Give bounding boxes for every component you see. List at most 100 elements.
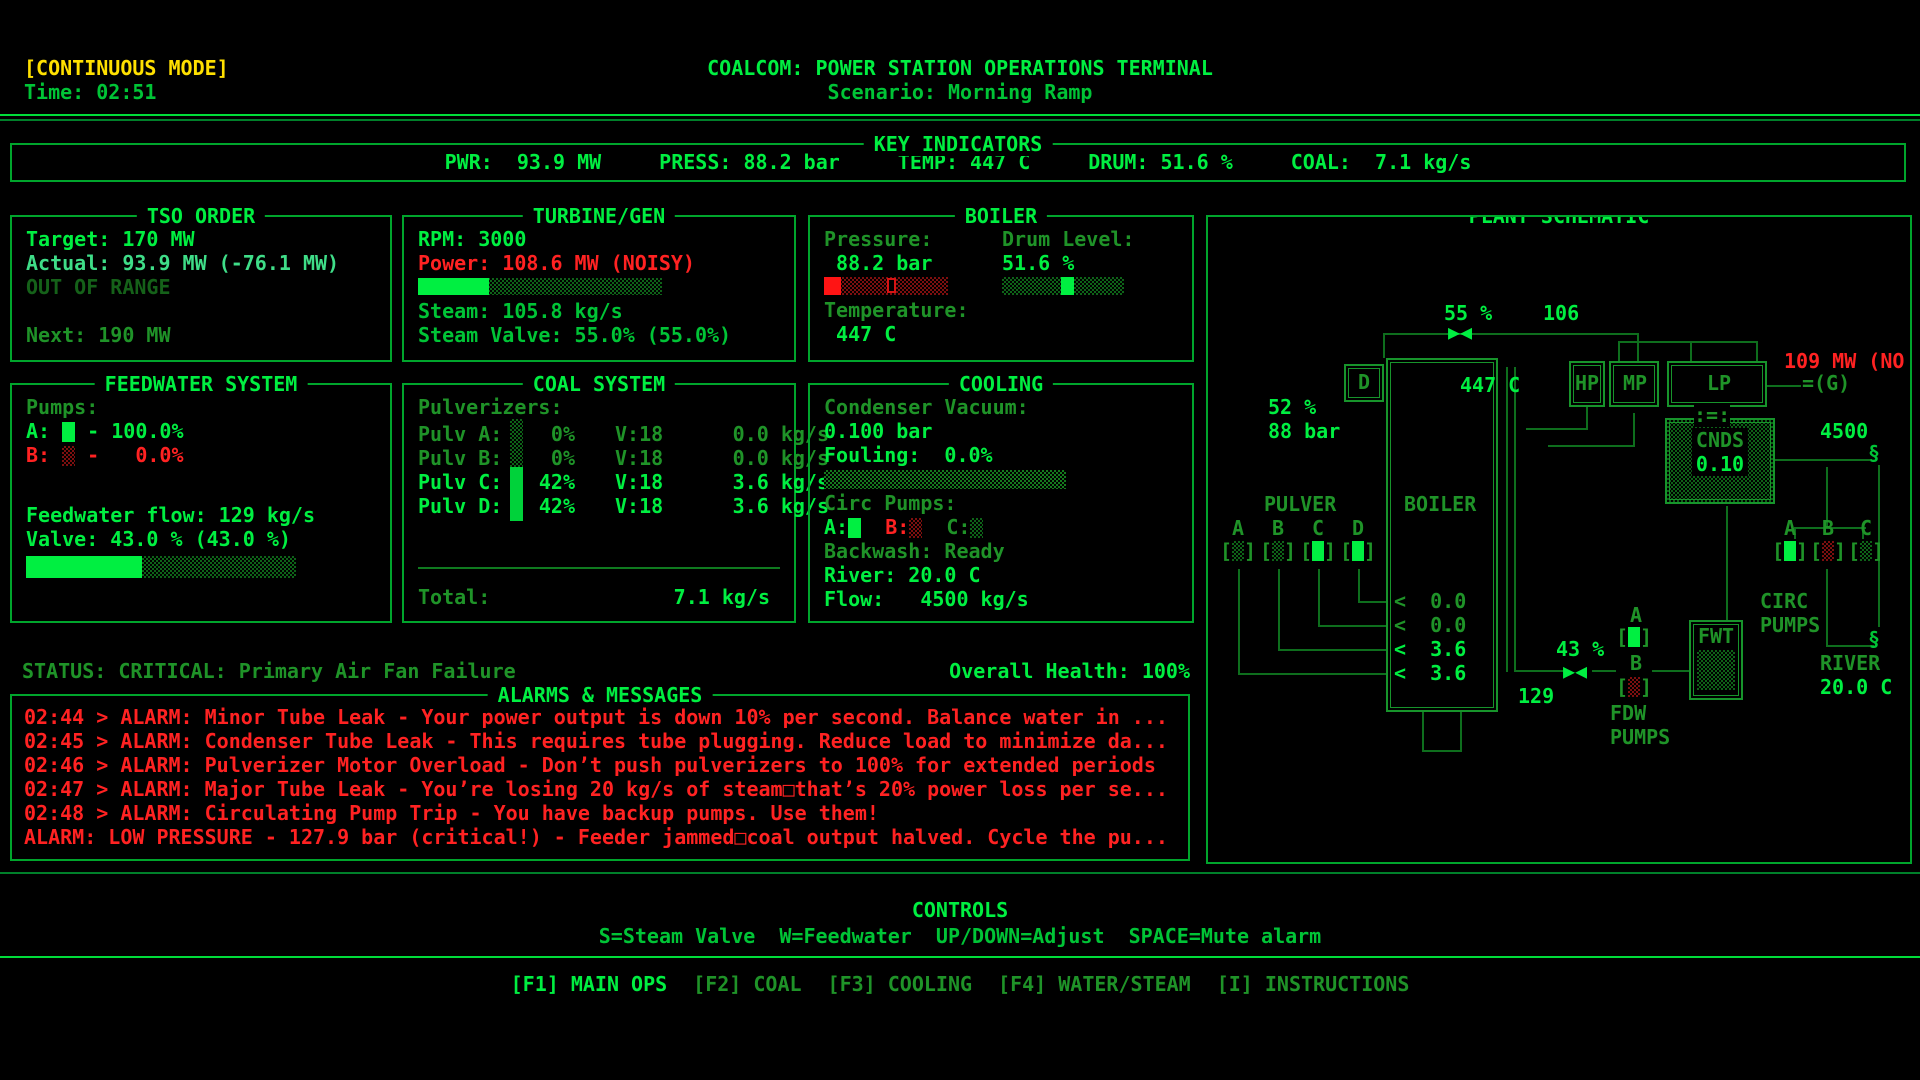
turbine-panel: TURBINE/GEN RPM: 3000 Power: 108.6 MW (N… <box>402 215 796 362</box>
pulv-d-name: Pulv D: <box>418 494 510 518</box>
turbine-power: Power: 108.6 MW (NOISY) <box>418 251 780 275</box>
feedwater-valve-bar <box>26 556 296 578</box>
pipe <box>1383 333 1385 358</box>
pipe <box>1618 341 1758 343</box>
pulver-unit-b: B <box>1272 516 1284 540</box>
tso-target: Target: 170 MW <box>26 227 376 251</box>
turbine-power-bar <box>418 278 662 295</box>
boiler-pressure-bar-fill <box>824 277 841 295</box>
coal-row-a: Pulv A:0%V:180.0 kg/s <box>418 419 780 443</box>
circ-pumps-label-2: PUMPS <box>1760 613 1820 637</box>
hp-turbine-box: HP <box>1569 361 1605 407</box>
mode-badge: [CONTINUOUS MODE] <box>24 56 229 80</box>
pump-a-indicator <box>62 422 75 442</box>
boiler-funnel <box>1422 750 1462 752</box>
boiler-temp-label: Temperature: <box>824 298 1178 322</box>
turbine-power-bar-fill <box>418 278 489 295</box>
tso-order-panel: TSO ORDER Target: 170 MW Actual: 93.9 MW… <box>10 215 392 362</box>
condenser-label: CNDS <box>1692 428 1748 452</box>
pipe <box>1756 341 1758 361</box>
header-divider-2 <box>0 119 1920 121</box>
circ-a-indicator <box>1772 539 1808 563</box>
circ-c-name: C: <box>946 515 970 539</box>
turbine-title: TURBINE/GEN <box>523 204 675 228</box>
boiler-label: BOILER <box>1404 492 1476 516</box>
header-divider <box>0 114 1920 116</box>
controls-divider <box>0 872 1920 874</box>
pipe <box>1637 333 1639 361</box>
boiler-pressure-bar <box>824 277 948 295</box>
river-label: RIVER <box>1820 651 1880 675</box>
coal-header: Pulverizers: <box>418 395 780 419</box>
cooling-title: COOLING <box>949 372 1053 396</box>
pulv-d-feeder: V:18 <box>615 494 679 518</box>
tab-instructions[interactable]: [I] INSTRUCTIONS <box>1217 972 1410 996</box>
cooling-flow-label: 4500 <box>1820 419 1868 443</box>
drum-pressure-label: 88 bar <box>1268 419 1340 443</box>
pulver-unit-c: C <box>1312 516 1324 540</box>
condensate-pipe <box>1726 506 1728 620</box>
alarm-message: 02:46 > ALARM: Pulverizer Motor Overload… <box>24 753 1176 777</box>
tab-main-ops[interactable]: [F1] MAIN OPS <box>511 972 668 996</box>
alarm-message: ALARM: LOW PRESSURE - 127.9 bar (critica… <box>24 825 1176 849</box>
tab-coal[interactable]: [F2] COAL <box>693 972 801 996</box>
boiler-pressure-label: Pressure: <box>824 227 1002 251</box>
cooling-vacuum-value: 0.100 bar <box>824 419 1178 443</box>
coal-row-b: Pulv B:0%V:180.0 kg/s <box>418 443 780 467</box>
feedwater-valve: Valve: 43.0 % (43.0 %) <box>26 527 376 551</box>
alarms-title: ALARMS & MESSAGES <box>488 683 713 707</box>
boiler-drum-label: Drum Level: <box>1002 227 1134 251</box>
river-wave-icon-2 <box>1868 627 1880 651</box>
circ-a-block <box>1784 541 1796 561</box>
fdw-a-indicator <box>1616 625 1652 649</box>
circ-unit-b: B <box>1822 516 1834 540</box>
overall-health: Overall Health: 100% <box>949 659 1190 683</box>
coal-pipe <box>1278 649 1388 651</box>
alarm-message: 02:44 > ALARM: Minor Tube Leak - Your po… <box>24 705 1176 729</box>
circ-a-indicator <box>848 518 861 538</box>
fwt-label: FWT <box>1696 624 1736 648</box>
coal-pipe <box>1278 569 1280 649</box>
tab-cooling[interactable]: [F3] COOLING <box>828 972 973 996</box>
boiler-funnel <box>1422 712 1424 752</box>
fdw-unit-b: B <box>1630 651 1642 675</box>
boiler-pressure-setpoint-marker <box>887 278 896 293</box>
scenario-label: Scenario: Morning Ramp <box>828 80 1093 104</box>
pulv-d-pct: 42% <box>523 494 575 518</box>
feedwater-valve-bar-fill <box>26 556 142 578</box>
key-indicators-title: KEY INDICATORS <box>864 132 1053 156</box>
pulv-d-bar <box>510 491 523 521</box>
app-title: COALCOM: POWER STATION OPERATIONS TERMIN… <box>707 56 1213 80</box>
pulver-b-indicator <box>1260 539 1296 563</box>
pulver-a-block <box>1232 541 1244 561</box>
boiler-panel: BOILER Pressure: 88.2 bar Drum Level: 51… <box>808 215 1194 362</box>
coal-pipe <box>1318 569 1320 625</box>
downcomer-pipe <box>1506 367 1508 672</box>
feedwater-pipe <box>1514 670 1566 672</box>
condenser-box: CNDS 0.10 <box>1665 418 1775 504</box>
schematic-panel: PLANT SCHEMATIC <box>1206 215 1912 864</box>
pulv-d-rate: 3.6 kg/s <box>679 494 829 518</box>
indicator-pwr: PWR: 93.9 MW <box>445 150 602 174</box>
mp-turbine-box: MP <box>1609 361 1659 407</box>
alarm-message: 02:48 > ALARM: Circulating Pump Trip - Y… <box>24 801 1176 825</box>
feedwater-title: FEEDWATER SYSTEM <box>95 372 308 396</box>
pipe <box>1826 569 1828 645</box>
fwt-fill <box>1697 650 1735 690</box>
circ-c-block <box>1860 541 1872 561</box>
pulver-unit-a: A <box>1232 516 1244 540</box>
pump-b-indicator <box>62 446 75 466</box>
alarms-panel: ALARMS & MESSAGES 02:44 > ALARM: Minor T… <box>10 694 1190 861</box>
tso-actual: Actual: 93.9 MW (-76.1 MW) <box>26 251 376 275</box>
pulver-b-block <box>1272 541 1284 561</box>
spacer <box>26 467 376 503</box>
pipe <box>1690 341 1692 361</box>
boiler-drum-bar <box>1002 277 1124 295</box>
coal-total-value: 7.1 kg/s <box>674 585 770 609</box>
coal-row-d: Pulv D:42%V:183.6 kg/s <box>418 491 780 515</box>
circ-b-indicator <box>909 518 922 538</box>
pulver-d-block <box>1352 541 1364 561</box>
coal-total-row: Total: 7.1 kg/s <box>418 585 780 609</box>
tab-water-steam[interactable]: [F4] WATER/STEAM <box>998 972 1191 996</box>
cooling-circ-label: Circ Pumps: <box>824 491 1178 515</box>
